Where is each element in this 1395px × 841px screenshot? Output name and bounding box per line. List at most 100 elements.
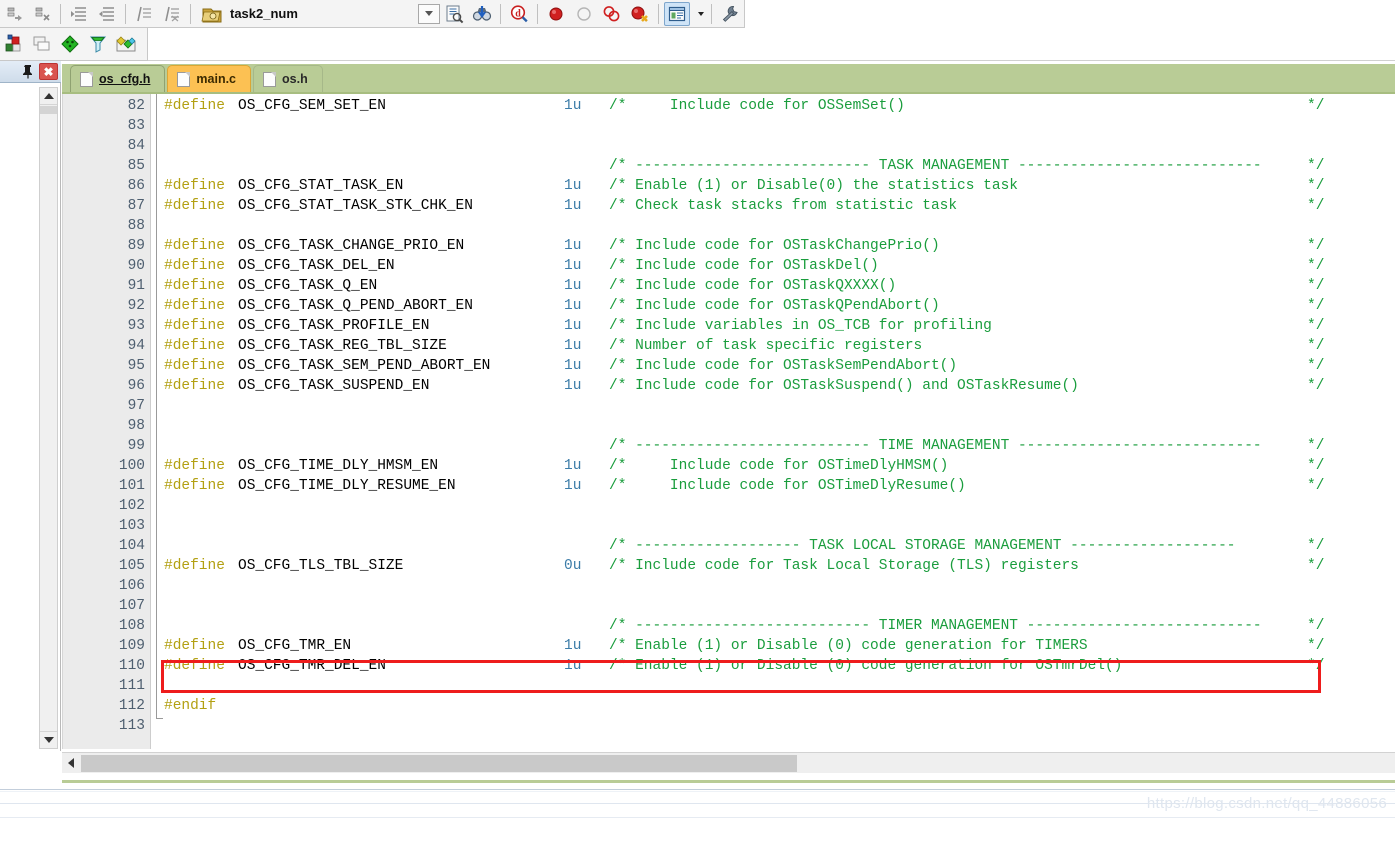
preprocessor-keyword: #define (164, 458, 225, 474)
svg-text:d: d (515, 8, 521, 19)
manage-windows-button[interactable] (664, 1, 690, 26)
scroll-left-button[interactable] (62, 754, 80, 773)
code-line: 96 #define OS_CFG_TASK_SUSPEND_EN 1u /* Incl… (63, 376, 1395, 396)
comment-terminator: */ (1307, 618, 1325, 634)
editor-horizontal-scrollbar[interactable] (62, 752, 1395, 773)
preprocessor-keyword: #define (164, 478, 225, 494)
file-icon (263, 71, 277, 87)
preprocessor-keyword: #define (164, 318, 225, 334)
preprocessor-keyword: #define (164, 178, 225, 194)
code-line: 111 (63, 676, 1395, 696)
indent-right-button[interactable] (66, 2, 92, 26)
project-target-dropdown[interactable] (418, 3, 440, 24)
auto-hide-pin-button[interactable] (19, 63, 37, 81)
comment-terminator: */ (1307, 378, 1325, 394)
comment-terminator: */ (1307, 458, 1325, 474)
target-options-button[interactable] (441, 2, 467, 26)
line-number: 105 (118, 558, 145, 574)
download-button[interactable] (113, 32, 139, 56)
code-line: 101 #define OS_CFG_TIME_DLY_RESUME_EN 1u /* … (63, 476, 1395, 496)
main-toolbar-row-1: task2_num d (0, 0, 745, 28)
find-in-files-button[interactable]: d (506, 2, 532, 26)
translate-file-button[interactable] (57, 32, 83, 56)
line-number: 83 (127, 118, 145, 134)
indent-left-button[interactable] (94, 2, 120, 26)
code-view[interactable]: 82 #define OS_CFG_SEM_SET_EN 1u /* Include c… (62, 94, 1395, 749)
step-into-button[interactable] (1, 2, 27, 26)
tab-main-c[interactable]: main.c (167, 65, 252, 92)
project-target-icon (201, 3, 223, 25)
macro-value: 1u (564, 338, 582, 354)
configure-tools-button[interactable] (717, 2, 743, 26)
divider (0, 791, 1395, 792)
line-number: 96 (127, 378, 145, 394)
uncomment-block-button[interactable] (159, 2, 185, 26)
preprocessor-keyword: #define (164, 338, 225, 354)
chevron-left-icon (68, 758, 74, 768)
scroll-up-button[interactable] (40, 88, 57, 105)
disable-breakpoint-button[interactable] (571, 2, 597, 26)
batch-build-button[interactable] (29, 32, 55, 56)
line-number: 110 (118, 658, 145, 674)
build-target-button[interactable] (1, 32, 27, 56)
macro-identifier: OS_CFG_TIME_DLY_RESUME_EN (238, 478, 456, 494)
insert-breakpoint-button[interactable] (543, 2, 569, 26)
editor-tab-strip: os_cfg.h main.c os.h (62, 64, 1395, 94)
code-line: 99 /* --------------------------- TIME MA… (63, 436, 1395, 456)
comment-terminator: */ (1307, 558, 1325, 574)
macro-identifier: OS_CFG_TASK_Q_EN (238, 278, 378, 294)
preprocessor-keyword: #define (164, 278, 225, 294)
line-number: 102 (118, 498, 145, 514)
scrollbar-thumb[interactable] (40, 106, 57, 114)
preprocessor-keyword: #define (164, 638, 225, 654)
code-line: 112 #endif (63, 696, 1395, 716)
kill-all-breakpoints-button[interactable] (627, 2, 653, 26)
step-out-button[interactable] (29, 2, 55, 26)
tab-os-h[interactable]: os.h (253, 65, 323, 92)
toolbar-separator (60, 3, 61, 24)
comment-block-button[interactable] (131, 2, 157, 26)
preprocessor-keyword: #define (164, 558, 225, 574)
rebuild-all-button[interactable] (85, 32, 111, 56)
scroll-down-button[interactable] (40, 731, 57, 748)
toolbar-separator (190, 3, 191, 24)
code-line: 110 #define OS_CFG_TMR_DEL_EN 1u /* Enable (… (63, 656, 1395, 676)
disable-all-breakpoints-button[interactable] (599, 2, 625, 26)
code-line: 106 (63, 576, 1395, 596)
tab-os-cfg-h[interactable]: os_cfg.h (70, 65, 166, 92)
line-number: 86 (127, 178, 145, 194)
preprocessor-keyword: #define (164, 238, 225, 254)
line-number: 111 (118, 678, 145, 694)
code-line: 97 (63, 396, 1395, 416)
dock-vertical-scrollbar[interactable] (39, 87, 58, 749)
code-comment: /* Include code for OSTaskDel() (609, 258, 879, 274)
comment-terminator: */ (1307, 438, 1325, 454)
code-comment: /* Include code for OSTaskChangePrio() (609, 238, 940, 254)
manage-components-button[interactable] (469, 2, 495, 26)
code-line: 91 #define OS_CFG_TASK_Q_EN 1u /* Include co… (63, 276, 1395, 296)
code-line: 98 (63, 416, 1395, 436)
macro-value: 1u (564, 658, 582, 674)
macro-value: 1u (564, 258, 582, 274)
application-window: task2_num d ✖ os_cfg.h main.c os.h 82 #d… (0, 0, 1395, 841)
code-line: 94 #define OS_CFG_TASK_REG_TBL_SIZE 1u /* Nu… (63, 336, 1395, 356)
line-number: 95 (127, 358, 145, 374)
code-line: 108 /* --------------------------- TIMER … (63, 616, 1395, 636)
macro-value: 1u (564, 378, 582, 394)
macro-identifier: OS_CFG_SEM_SET_EN (238, 98, 386, 114)
close-panel-button[interactable]: ✖ (39, 63, 58, 80)
code-comment: /* Enable (1) or Disable(0) the statisti… (609, 178, 1018, 194)
code-comment: /* Include code for Task Local Storage (… (609, 558, 1079, 574)
toolbar-row1-background (745, 0, 1395, 28)
macro-value: 1u (564, 458, 582, 474)
editor-pane: os_cfg.h main.c os.h 82 #define OS_CFG_SEM_S… (62, 64, 1395, 780)
macro-identifier: OS_CFG_TMR_EN (238, 638, 352, 654)
code-line: 92 #define OS_CFG_TASK_Q_PEND_ABORT_EN 1u /*… (63, 296, 1395, 316)
comment-terminator: */ (1307, 638, 1325, 654)
line-number: 82 (127, 98, 145, 114)
scrollbar-thumb[interactable] (81, 754, 797, 772)
comment-terminator: */ (1307, 238, 1325, 254)
manage-windows-dropdown[interactable] (692, 2, 706, 26)
code-comment: /* Include code for OSTaskQXXXX() (609, 278, 897, 294)
line-number: 87 (127, 198, 145, 214)
